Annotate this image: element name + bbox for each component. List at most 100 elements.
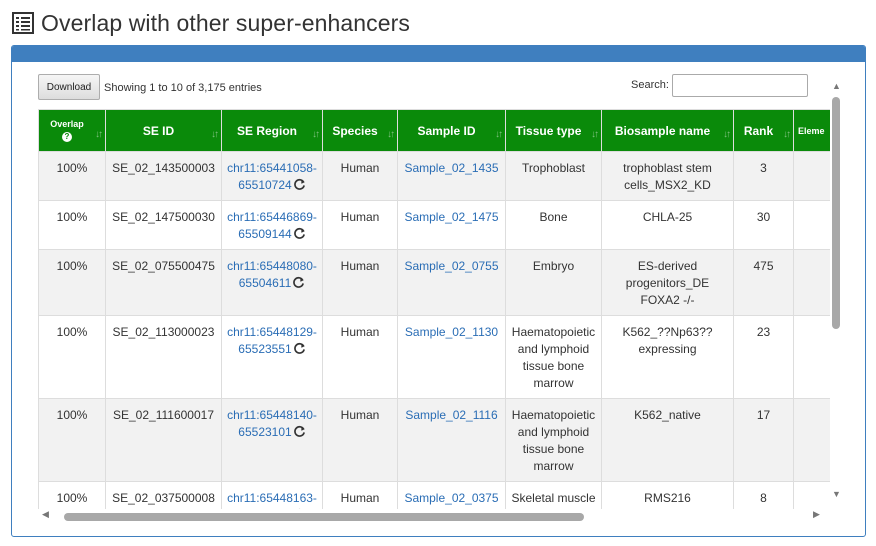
column-header-elements[interactable]: Eleme	[793, 109, 830, 152]
elements-cell: 2	[793, 315, 830, 399]
page-title: Overlap with other super-enhancers	[41, 9, 411, 36]
se-region-cell: chr11:65446869- 65509144	[221, 200, 323, 250]
column-header-label: SE ID	[142, 123, 175, 138]
sample-id-cell: Sample_02_1116	[397, 398, 506, 482]
region-end: 65509144	[238, 227, 292, 241]
column-header-overlap[interactable]: Overlap ? ↓↑	[38, 109, 106, 152]
scroll-left-icon[interactable]: ◀	[42, 509, 49, 520]
tissue-type-cell: Haematopoietic and lymphoid tissue bone …	[505, 315, 602, 399]
search-input[interactable]	[672, 74, 808, 97]
column-header-rank[interactable]: Rank ↓↑	[733, 109, 794, 152]
sort-icon: ↓↑	[723, 129, 731, 140]
table-row: 100% SE_02_113000023 chr11:65448129- 655235…	[38, 315, 830, 399]
column-header-label: Eleme	[798, 125, 825, 136]
elements-cell: 1	[793, 249, 830, 316]
se-id-cell: SE_02_111600017	[105, 398, 222, 482]
column-header-se-region[interactable]: SE Region ↓↑	[221, 109, 323, 152]
column-header-label: Sample ID	[417, 123, 476, 138]
download-button[interactable]: Download	[38, 74, 100, 100]
column-header-sample-id[interactable]: Sample ID ↓↑	[397, 109, 506, 152]
region-start: chr11:65448129-	[227, 325, 317, 339]
sample-id-link[interactable]: Sample_02_1116	[405, 408, 497, 422]
rank-cell: 8	[733, 481, 794, 509]
help-icon[interactable]: ?	[62, 132, 72, 142]
biosample-name-cell: ES-derived progenitors_DE FOXA2 -/-	[601, 249, 734, 316]
sample-id-cell: Sample_02_0755	[397, 249, 506, 316]
rank-cell: 23	[733, 315, 794, 399]
sort-icon: ↓↑	[783, 129, 791, 140]
refresh-icon[interactable]	[293, 227, 306, 240]
biosample-name-cell: RMS216	[601, 481, 734, 509]
refresh-icon[interactable]	[292, 276, 305, 289]
sample-id-link[interactable]: Sample_02_1435	[404, 161, 498, 175]
species-cell: Human	[322, 398, 398, 482]
se-id-cell: SE_02_037500008	[105, 481, 222, 509]
species-cell: Human	[322, 481, 398, 509]
se-region-cell: chr11:65441058- 65510724	[221, 151, 323, 201]
scroll-right-icon[interactable]: ▶	[813, 509, 820, 520]
overlap-cell: 100%	[38, 481, 106, 509]
vertical-scrollbar[interactable]: ▲ ▼	[831, 81, 843, 511]
column-header-tissue-type[interactable]: Tissue type ↓↑	[505, 109, 602, 152]
sample-id-link[interactable]: Sample_02_0375	[404, 491, 498, 505]
column-header-label: Rank	[743, 123, 774, 138]
sort-icon: ↓↑	[95, 129, 103, 140]
table-row: 100%SE_02_037500008 chr11:65448163-655093…	[38, 481, 830, 509]
sort-icon: ↓↑	[211, 129, 219, 140]
column-header-species[interactable]: Species ↓↑	[322, 109, 398, 152]
sample-id-cell: Sample_02_0375	[397, 481, 506, 509]
elements-cell: 9	[793, 151, 830, 201]
region-start: chr11:65441058-	[227, 161, 317, 175]
sample-id-link[interactable]: Sample_02_0755	[404, 259, 498, 273]
sample-id-cell: Sample_02_1475	[397, 200, 506, 250]
sample-id-link[interactable]: Sample_02_1475	[404, 210, 498, 224]
table-viewport: Overlap ? ↓↑ SE ID ↓↑ SE Region ↓↑ Species…	[38, 109, 830, 509]
tissue-type-cell: Haematopoietic and lymphoid tissue bone …	[505, 398, 602, 482]
list-alt-icon	[12, 12, 34, 34]
se-region-cell: chr11:65448163-65509360	[221, 481, 323, 509]
refresh-icon[interactable]	[293, 342, 306, 355]
column-header-label: Species	[332, 123, 378, 138]
sort-icon: ↓↑	[495, 129, 503, 140]
search-label: Search:	[631, 79, 669, 91]
table-body: 100% SE_02_143500003 chr11:65441058- 655107…	[38, 151, 830, 509]
vertical-scroll-thumb[interactable]	[832, 97, 840, 329]
horizontal-scrollbar[interactable]: ◀ ▶	[38, 509, 830, 523]
overlap-cell: 100%	[38, 249, 106, 316]
se-region-cell: chr11:65448080- 65504611	[221, 249, 323, 316]
se-id-cell: SE_02_075500475	[105, 249, 222, 316]
region-end: 65523551	[238, 342, 292, 356]
rank-cell: 3	[733, 151, 794, 201]
biosample-name-cell: trophoblast stem cells_MSX2_KD	[601, 151, 734, 201]
rank-cell: 17	[733, 398, 794, 482]
column-header-label: SE Region	[236, 123, 297, 138]
table-row: 100% SE_02_143500003 chr11:65441058- 655107…	[38, 151, 830, 201]
biosample-name-cell: K562_??Np63?? expressing	[601, 315, 734, 399]
refresh-icon[interactable]	[293, 178, 306, 191]
column-header-label: Overlap	[50, 119, 84, 129]
scroll-up-icon[interactable]: ▲	[832, 81, 841, 91]
species-cell: Human	[322, 315, 398, 399]
table-row: 100% SE_02_147500030 chr11:65446869- 655091…	[38, 200, 830, 250]
species-cell: Human	[322, 200, 398, 250]
se-id-cell: SE_02_143500003	[105, 151, 222, 201]
region-start: chr11:65448163-	[227, 491, 317, 505]
sort-icon: ↓↑	[591, 129, 599, 140]
horizontal-scroll-thumb[interactable]	[64, 513, 584, 521]
overlap-cell: 100%	[38, 315, 106, 399]
column-header-label: Tissue type	[515, 123, 582, 138]
scroll-down-icon[interactable]: ▼	[832, 489, 841, 499]
column-header-biosample-name[interactable]: Biosample name ↓↑	[601, 109, 734, 152]
column-header-se-id[interactable]: SE ID ↓↑	[105, 109, 222, 152]
region-start: chr11:65448140-	[227, 408, 317, 422]
region-start: chr11:65446869-	[227, 210, 317, 224]
rank-cell: 475	[733, 249, 794, 316]
refresh-icon[interactable]	[293, 425, 306, 438]
overlap-cell: 100%	[38, 200, 106, 250]
se-region-link[interactable]: chr11:65448163-65509360	[227, 491, 317, 509]
elements-cell: 1	[793, 200, 830, 250]
species-cell: Human	[322, 151, 398, 201]
se-id-cell: SE_02_147500030	[105, 200, 222, 250]
region-start: chr11:65448080-	[227, 259, 317, 273]
sample-id-link[interactable]: Sample_02_1130	[405, 325, 498, 339]
